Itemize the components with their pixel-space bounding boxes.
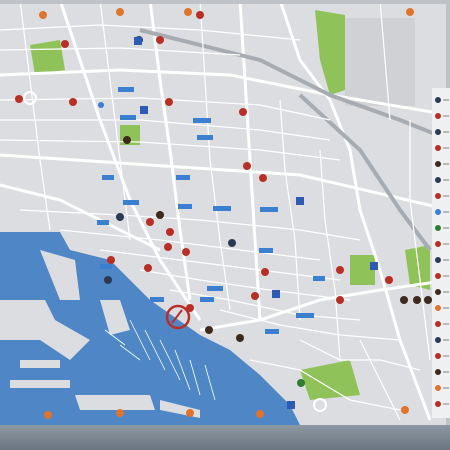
rail-yard (345, 18, 415, 106)
frame-top (0, 0, 450, 4)
city-map-board (0, 0, 450, 450)
legend-icons[interactable] (432, 88, 450, 418)
city-map[interactable] (0, 0, 450, 450)
sign-frame-bottom (0, 425, 450, 450)
legend-strip (432, 88, 450, 418)
